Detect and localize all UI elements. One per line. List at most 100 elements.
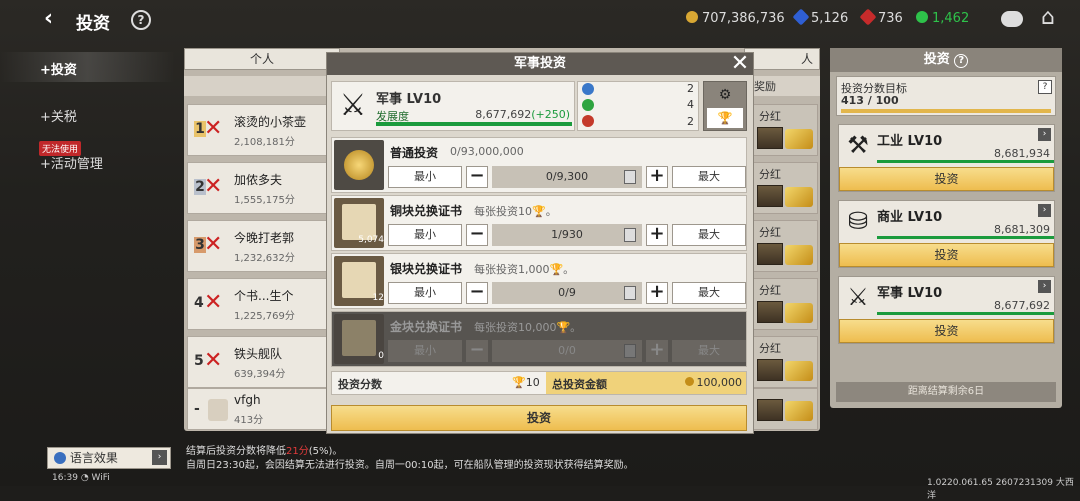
- chevron-right-icon[interactable]: ›: [1038, 128, 1051, 141]
- plus-button[interactable]: +: [646, 224, 668, 246]
- chevron-right-icon: ›: [152, 450, 167, 465]
- close-icon[interactable]: ✕: [729, 53, 751, 75]
- blue-gem-currency: 5,126: [792, 8, 849, 26]
- silver-cert-row: 12 银块兑换证书 每张投资1,000🏆。 最小 − 0/9 + 最大: [331, 253, 747, 309]
- player-name: 滚烫的小茶壶: [234, 115, 307, 129]
- nav-item-activity[interactable]: +活动管理: [40, 153, 103, 172]
- blue-gem-icon: [792, 8, 810, 26]
- invest-confirm-button[interactable]: 投资: [331, 405, 747, 431]
- player-score: 2,108,181分: [234, 137, 295, 148]
- reward-cell[interactable]: 分红: [752, 104, 818, 156]
- blue-gem-amount: 5,126: [811, 11, 849, 26]
- row-title: 银块兑换证书: [390, 262, 463, 276]
- green-currency: 1,462: [916, 11, 969, 26]
- trophy-icon[interactable]: 🏆: [707, 108, 743, 128]
- row-desc: 每张投资1,000🏆。: [474, 263, 575, 276]
- page-title: 投资: [76, 14, 110, 34]
- score-target-help-icon[interactable]: ?: [1038, 80, 1052, 94]
- calculator-icon[interactable]: [624, 228, 636, 242]
- status-wifi: WiFi: [91, 473, 110, 483]
- row-title: 铜块兑换证书: [390, 204, 463, 218]
- chest-icon: [757, 359, 783, 381]
- reward-label: 分红: [759, 342, 781, 355]
- min-button[interactable]: 最小: [388, 166, 462, 188]
- quantity-field[interactable]: 0/9,300: [492, 166, 642, 188]
- help-icon[interactable]: ?: [131, 10, 151, 30]
- score-display: 🏆10: [512, 376, 540, 389]
- red-tier-icon: [582, 115, 594, 127]
- min-button: 最小: [388, 340, 462, 362]
- reward-cell[interactable]: 分红: [752, 162, 818, 214]
- reward-cell[interactable]: [752, 388, 818, 430]
- summary-bar: 投资分数 🏆10 总投资金额 100,000: [331, 371, 747, 395]
- plus-button[interactable]: +: [646, 282, 668, 304]
- help-icon[interactable]: ?: [954, 54, 969, 68]
- cross-icon: ✕: [204, 290, 223, 315]
- calculator-icon[interactable]: [624, 170, 636, 184]
- ranking-row[interactable]: 3 ✕ 今晚打老郭 1,232,632分: [187, 220, 327, 272]
- green-gear-icon: [916, 11, 928, 23]
- gold-coin-icon: [686, 11, 698, 23]
- reward-cell[interactable]: 分红: [752, 336, 818, 388]
- max-button[interactable]: 最大: [672, 282, 746, 304]
- ranking-row[interactable]: 5 ✕ 铁头舰队 639,394分: [187, 336, 327, 388]
- gold-bar-icon: [785, 303, 813, 323]
- invest-industry-button[interactable]: 投资: [839, 167, 1054, 191]
- max-button[interactable]: 最大: [672, 224, 746, 246]
- gold-amount: 707,386,736: [702, 11, 785, 26]
- calculator-icon[interactable]: [624, 286, 636, 300]
- ranking-row[interactable]: 1 ✕ 滚烫的小茶壶 2,108,181分: [187, 104, 327, 156]
- gold-coin-icon: [334, 140, 384, 190]
- crossed-swords-shield-icon: ⚔: [339, 88, 367, 123]
- total-value: 100,000: [696, 376, 743, 389]
- quantity-field[interactable]: 0/9: [492, 282, 642, 304]
- nav-item-tariff-label: 关税: [50, 110, 77, 125]
- score-target-box: 投资分数目标 413 / 100 ?: [836, 76, 1056, 116]
- green-tier-icon: [582, 99, 594, 111]
- chevron-right-icon[interactable]: ›: [1038, 204, 1051, 217]
- tab-fleet[interactable]: 人: [744, 48, 820, 70]
- nav-item-invest[interactable]: +投资: [40, 59, 77, 78]
- tab-personal[interactable]: 个人: [184, 48, 340, 70]
- item-count: 5,074: [358, 235, 384, 245]
- settings-icon[interactable]: ⚙: [707, 85, 743, 105]
- nav-item-tariff[interactable]: +关税: [40, 106, 77, 125]
- minus-button[interactable]: −: [466, 224, 488, 246]
- ranking-row[interactable]: 4 ✕ 个书...生个 1,225,769分: [187, 278, 327, 330]
- minus-button[interactable]: −: [466, 166, 488, 188]
- invest-panel-header: 投资 ?: [830, 48, 1062, 72]
- row-desc: 每张投资10🏆。: [474, 205, 557, 218]
- gold-coin-icon: [684, 377, 694, 386]
- military-info: ⚔ 军事 LV10 发展度 8,677,692(+250): [331, 81, 575, 131]
- crossed-swords-shield-icon: ⚔: [847, 283, 869, 311]
- invest-military-button[interactable]: 投资: [839, 319, 1054, 343]
- minus-button[interactable]: −: [466, 282, 488, 304]
- chest-icon: [757, 301, 783, 323]
- language-effect-button[interactable]: 语言效果 ›: [47, 447, 171, 469]
- min-button[interactable]: 最小: [388, 224, 462, 246]
- reward-label: 分红: [759, 284, 781, 297]
- invest-commerce-button[interactable]: 投资: [839, 243, 1054, 267]
- chevron-right-icon[interactable]: ›: [1038, 280, 1051, 293]
- player-score: 1,225,769分: [234, 311, 295, 322]
- reward-label: 分红: [759, 226, 781, 239]
- plus-button[interactable]: +: [646, 166, 668, 188]
- min-button[interactable]: 最小: [388, 282, 462, 304]
- development-amount: 8,677,692: [475, 108, 532, 121]
- reward-cell[interactable]: 分红: [752, 220, 818, 272]
- status-time: 16:39: [52, 473, 78, 483]
- reward-cell[interactable]: 分红: [752, 278, 818, 330]
- scroll-certificate-icon: 5,074: [334, 198, 384, 248]
- rank-number: 5: [194, 353, 204, 369]
- chat-icon[interactable]: [1001, 11, 1023, 27]
- commerce-card: ⛁ 商业 LV10 › 8,681,309 投资: [838, 200, 1055, 268]
- ranking-row-self[interactable]: - vfgh 413分: [187, 388, 327, 430]
- red-gem-icon: [859, 8, 877, 26]
- scroll-certificate-icon: 0: [334, 314, 384, 364]
- home-icon[interactable]: ⌂: [1041, 7, 1055, 29]
- ranking-row[interactable]: 2 ✕ 加侬多夫 1,555,175分: [187, 162, 327, 214]
- back-arrow-icon[interactable]: ‹: [44, 6, 53, 31]
- max-button[interactable]: 最大: [672, 166, 746, 188]
- military-progress-bar: [877, 312, 1054, 315]
- quantity-field[interactable]: 1/930: [492, 224, 642, 246]
